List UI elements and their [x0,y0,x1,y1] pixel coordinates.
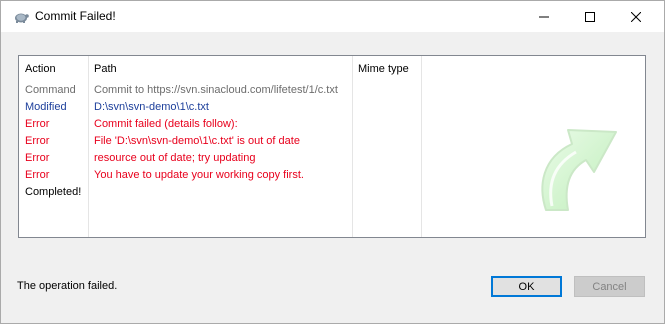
minimize-icon [539,16,549,17]
log-row-action: Error [25,152,50,164]
maximize-icon [585,11,595,22]
log-row-action: Modified [25,101,67,113]
log-row[interactable]: Error Commit failed (details follow): [19,116,419,133]
tortoise-icon [15,13,29,23]
column-header-mime-type[interactable]: Mime type [358,63,409,75]
status-message: The operation failed. [17,280,118,292]
window-title: Commit Failed! [35,9,116,23]
log-row[interactable]: Modified D:\svn\svn-demo\1\c.txt [19,99,419,116]
log-row-path: You have to update your working copy fir… [94,169,304,181]
close-icon [631,11,641,22]
log-row-action: Command [25,84,76,96]
minimize-button[interactable] [521,1,567,32]
log-row-path: resource out of date; try updating [94,152,256,164]
log-row[interactable]: Error You have to update your working cop… [19,167,419,184]
log-row-action: Error [25,118,50,130]
log-row[interactable]: Error File 'D:\svn\svn-demo\1\c.txt' is o… [19,133,419,150]
log-row-path: Commit failed (details follow): [94,118,238,130]
column-separator [421,56,422,237]
commit-log-list[interactable]: Action Path Mime type Command Commit to h… [18,55,646,238]
log-row-path: D:\svn\svn-demo\1\c.txt [94,101,209,113]
log-row[interactable]: Completed! [19,184,419,201]
column-header-path[interactable]: Path [94,63,117,75]
log-row-action: Completed! [25,186,82,198]
log-row-path: File 'D:\svn\svn-demo\1\c.txt' is out of… [94,135,300,147]
log-row-action: Error [25,169,50,181]
close-button[interactable] [613,1,659,32]
log-row-path: Commit to https://svn.sinacloud.com/life… [94,84,338,96]
title-bar[interactable]: Commit Failed! [1,1,664,32]
commit-failed-dialog: Commit Failed! Action Path Mime type Com… [0,0,665,324]
ok-button[interactable]: OK [491,276,562,297]
maximize-button[interactable] [567,1,613,32]
commit-arrow-icon [541,129,617,211]
column-header-action[interactable]: Action [25,63,56,75]
log-row-action: Error [25,135,50,147]
log-row[interactable]: Command Commit to https://svn.sinacloud.c… [19,82,419,99]
cancel-button[interactable]: Cancel [574,276,645,297]
dialog-body: Action Path Mime type Command Commit to h… [1,32,664,323]
log-row[interactable]: Error resource out of date; try updating [19,150,419,167]
